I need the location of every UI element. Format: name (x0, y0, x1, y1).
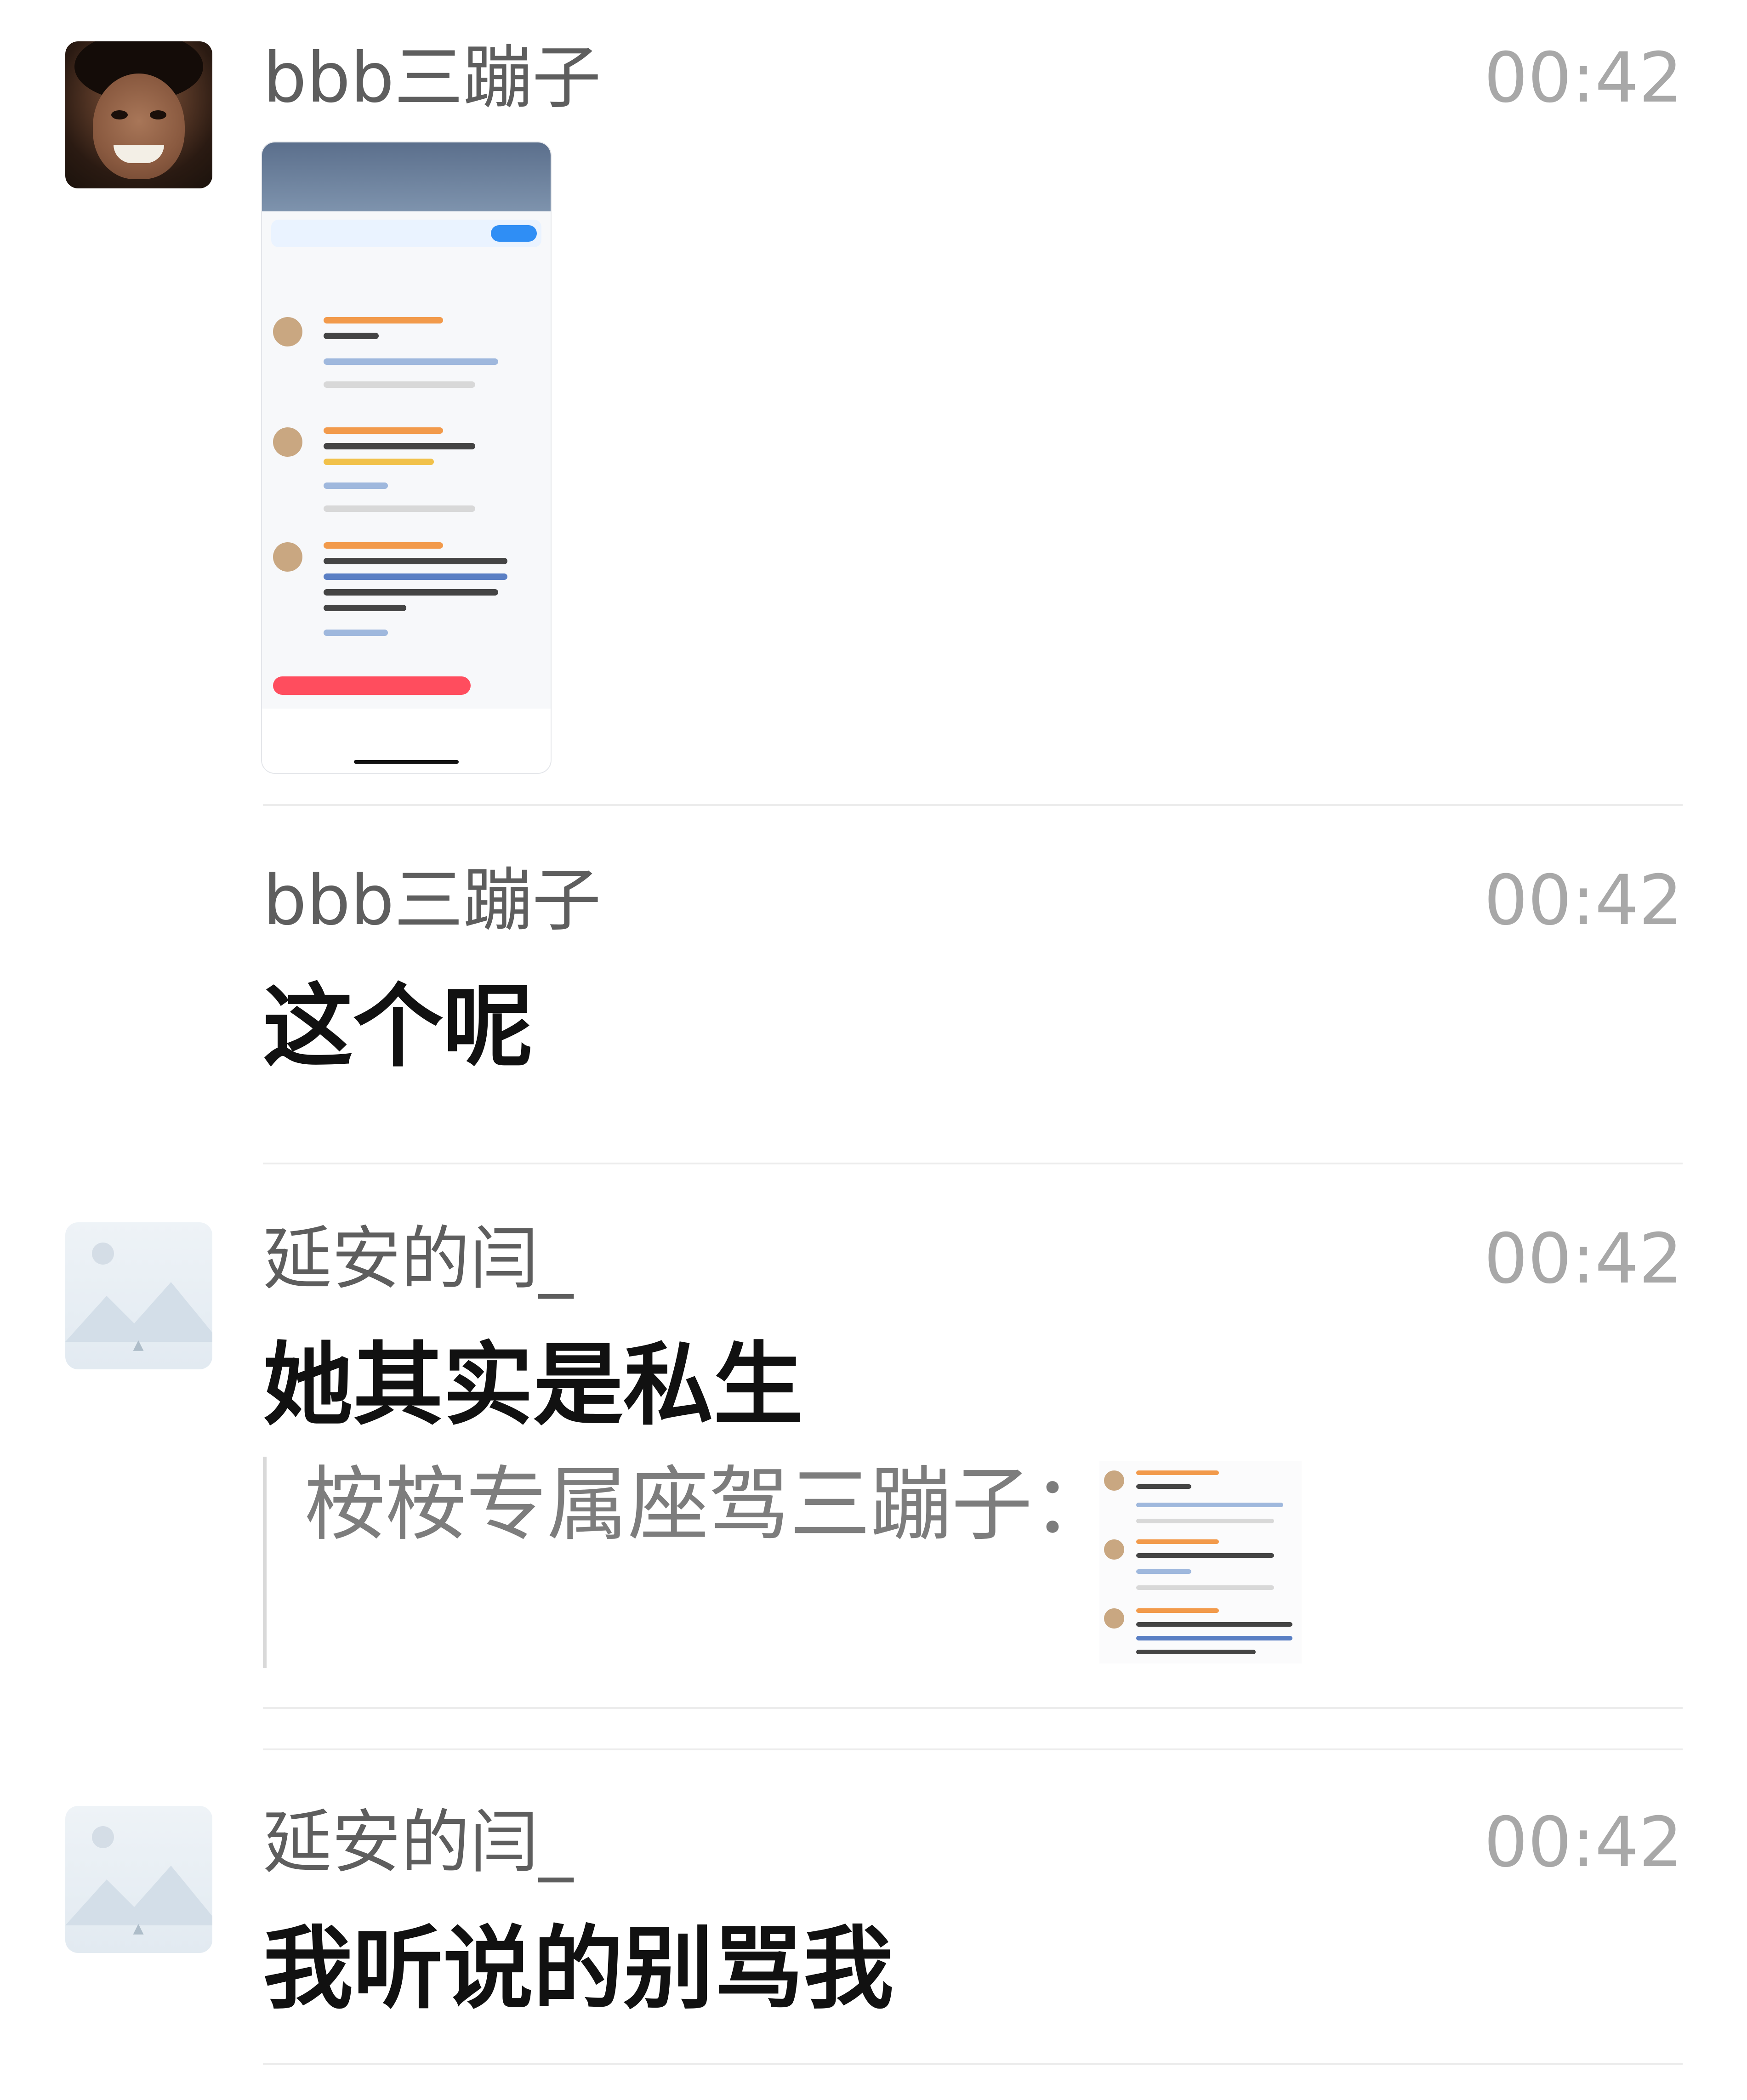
sender-name[interactable]: bbb三蹦子 (263, 37, 601, 119)
quote-text: 桉桉专属座驾三蹦子： (304, 1458, 1114, 1552)
message-time: 00:42 (1484, 861, 1683, 941)
sender-name[interactable]: 延安的闫_ (263, 1801, 573, 1884)
message-time: 00:42 (1484, 1219, 1683, 1299)
message-item: bbb三蹦子 00:42 这个呢 (0, 809, 1747, 1167)
message-time: 00:42 (1484, 38, 1683, 118)
mountain-image-icon: ▲ (133, 1920, 145, 1936)
sender-name[interactable]: 延安的闫_ (263, 1218, 573, 1300)
sender-name[interactable]: bbb三蹦子 (263, 859, 601, 942)
message-text: 这个呢 (263, 975, 534, 1079)
divider (263, 1163, 1683, 1164)
quoted-message[interactable]: 桉桉专属座驾三蹦子： (263, 1457, 1320, 1668)
message-time: 00:42 (1484, 1803, 1683, 1883)
divider (263, 804, 1683, 806)
avatar[interactable] (65, 41, 212, 188)
message-item: bbb三蹦子 00:42 (0, 0, 1747, 809)
divider (263, 1748, 1683, 1750)
avatar[interactable]: ▲ (65, 1806, 212, 1953)
message-item: ▲ 延安的闫_ 00:42 我听说的别骂我 (0, 1751, 1747, 2100)
image-message[interactable] (261, 142, 552, 774)
mountain-image-icon: ▲ (133, 1337, 145, 1353)
divider (263, 1707, 1683, 1709)
quote-image-thumbnail[interactable] (1099, 1461, 1302, 1663)
divider (263, 2063, 1683, 2065)
message-text: 我听说的别骂我 (263, 1917, 894, 2021)
chat-message-list: bbb三蹦子 00:42 bbb三蹦子 00:42 这个呢 ▲ 延安的闫_ 00… (0, 0, 1747, 2100)
quote-bar (263, 1457, 267, 1668)
message-text: 她其实是私生 (263, 1333, 804, 1438)
avatar[interactable]: ▲ (65, 1222, 212, 1369)
